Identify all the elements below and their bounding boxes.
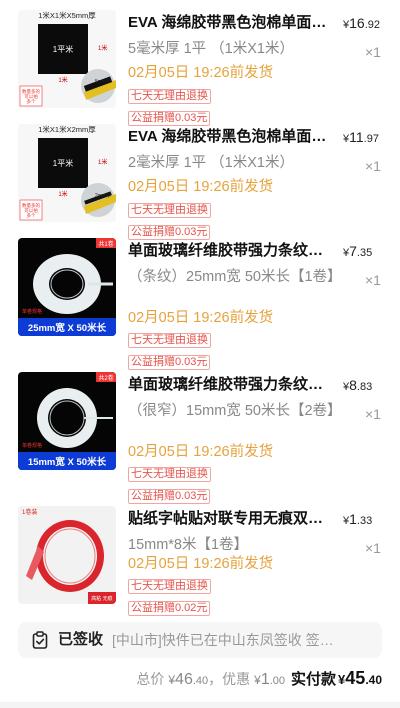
product-spec: 15mm*8米【1卷】 xyxy=(128,537,249,553)
return-policy-tag[interactable]: 七天无理由退换 xyxy=(128,203,211,218)
product-thumbnail[interactable]: 1米X1米X2mm厚 1平米 1米 1米 2mm厚 数量多的 可以拍 多个 xyxy=(18,124,116,222)
thumb-circle-text: 5mm厚 xyxy=(95,79,111,85)
product-thumbnail[interactable]: 共2卷 单卷规格 15mm宽 X 50米长 xyxy=(18,372,116,470)
product-thumbnail[interactable]: 1卷装 高粘 无痕 xyxy=(18,506,116,604)
paid-decimal: .40 xyxy=(365,673,382,687)
ship-deadline: 02月05日 19:26前发货 xyxy=(128,65,274,81)
product-quantity: ×1 xyxy=(365,406,381,422)
thumb-corner-text: 1卷装 xyxy=(22,508,37,516)
ship-deadline: 02月05日 19:26前发货 xyxy=(128,179,274,195)
product-quantity: ×1 xyxy=(365,540,381,556)
product-spec: （条纹）25mm宽 50米长【1卷】 xyxy=(128,269,342,285)
product-price: ¥16.92 xyxy=(343,13,393,35)
paid-currency: ¥ xyxy=(338,672,346,687)
thumb-bottom-text: 高粘 无痕 xyxy=(91,595,112,602)
thumb-bottom-text: 1米 xyxy=(58,190,67,198)
price-decimal: .83 xyxy=(356,381,373,393)
product-thumbnail[interactable]: 共1卷 单卷规格 25mm宽 X 50米长 xyxy=(18,238,116,336)
status-detail: [中山市]快件已在中山东凤签收 签… xyxy=(112,632,334,648)
return-policy-tag[interactable]: 七天无理由退换 xyxy=(128,467,211,482)
totals-separator: ， xyxy=(208,671,223,687)
product-price: ¥8.83 xyxy=(343,375,393,397)
price-decimal: .35 xyxy=(356,247,373,259)
product-title[interactable]: 单面玻璃纤维胶带强力条纹工… xyxy=(128,240,336,262)
price-decimal: .97 xyxy=(363,133,379,145)
product-quantity: ×1 xyxy=(365,44,381,60)
product-price: ¥11.97 xyxy=(343,127,393,149)
clipboard-check-icon xyxy=(32,631,48,649)
total-label: 总价 xyxy=(136,671,165,687)
ship-deadline: 02月05日 19:26前发货 xyxy=(128,444,274,460)
thumb-header-text: 1米X1米X5mm厚 xyxy=(38,10,96,20)
product-spec: （很窄）15mm宽 50米长【2卷】 xyxy=(128,403,342,419)
total-integer: 46 xyxy=(175,671,193,688)
bottom-divider xyxy=(0,702,400,708)
discount-currency: ¥ xyxy=(254,673,261,687)
thumb-circle-text: 2mm厚 xyxy=(95,193,111,199)
thumb-bottom-text: 25mm宽 X 50米长 xyxy=(28,322,107,334)
thumb-header-text: 1米X1米X2mm厚 xyxy=(38,124,96,134)
product-title[interactable]: EVA 海绵胶带黑色泡棉单面… xyxy=(128,12,336,34)
thumb-corner-text: 共1卷 xyxy=(98,240,113,248)
logistics-status[interactable]: 已签收 [中山市]快件已在中山东凤签收 签… xyxy=(18,622,382,658)
charity-tag[interactable]: 公益捐赠0.02元 xyxy=(128,601,211,616)
paid-label: 实付款 xyxy=(291,671,337,688)
charity-tag[interactable]: 公益捐赠0.03元 xyxy=(128,355,211,370)
return-policy-tag[interactable]: 七天无理由退换 xyxy=(128,579,211,594)
product-price: ¥7.35 xyxy=(343,241,393,263)
order-item[interactable]: 1米X1米X5mm厚 1平米 1米 1米 5mm厚 数量多的 可以拍 多个 EV… xyxy=(0,10,400,132)
thumb-corner-text: 共2卷 xyxy=(98,374,113,382)
order-item[interactable]: 共2卷 单卷规格 15mm宽 X 50米长 单面玻璃纤维胶带强力条纹工… ¥8.… xyxy=(0,372,400,504)
discount-decimal: .00 xyxy=(269,675,286,687)
ship-deadline: 02月05日 19:26前发货 xyxy=(128,310,274,326)
product-spec: 5毫米厚 1平 （1米X1米） xyxy=(128,41,294,57)
ship-deadline: 02月05日 19:26前发货 xyxy=(128,556,274,572)
product-title[interactable]: EVA 海绵胶带黑色泡棉单面… xyxy=(128,126,336,148)
price-decimal: .92 xyxy=(364,19,380,31)
order-totals: 总价 ¥ 46 .40 ， 优惠 ¥ 1 .00 实付款 ¥ 45 .40 xyxy=(136,668,382,694)
product-quantity: ×1 xyxy=(365,272,381,288)
order-card: 1米X1米X5mm厚 1平米 1米 1米 5mm厚 数量多的 可以拍 多个 EV… xyxy=(0,0,400,708)
thumb-small-text: 单卷规格 xyxy=(22,308,42,315)
price-integer: 8 xyxy=(349,377,357,393)
product-quantity: ×1 xyxy=(365,158,381,174)
order-item[interactable]: 共1卷 单卷规格 25mm宽 X 50米长 单面玻璃纤维胶带强力条纹工… ¥7.… xyxy=(0,238,400,370)
svg-text:多个: 多个 xyxy=(27,212,36,219)
status-label: 已签收 xyxy=(58,631,104,648)
return-policy-tag[interactable]: 七天无理由退换 xyxy=(128,333,211,348)
product-spec: 2毫米厚 1平 （1米X1米） xyxy=(128,155,294,171)
thumb-side-text: 1米 xyxy=(98,158,107,166)
return-policy-tag[interactable]: 七天无理由退换 xyxy=(128,89,211,104)
price-integer: 7 xyxy=(349,243,357,259)
product-price: ¥1.33 xyxy=(343,509,393,531)
paid-integer: 45 xyxy=(345,668,366,688)
product-title[interactable]: 单面玻璃纤维胶带强力条纹工… xyxy=(128,374,336,396)
price-decimal: .33 xyxy=(356,515,373,527)
discount-integer: 1 xyxy=(260,671,270,688)
charity-tag[interactable]: 公益捐赠0.03元 xyxy=(128,489,211,504)
thumb-small-text: 单卷规格 xyxy=(22,442,42,449)
product-title[interactable]: 贴纸字帖贴对联专用无痕双面胶 xyxy=(128,508,336,530)
price-integer: 11 xyxy=(349,129,364,145)
order-item[interactable]: 1米X1米X2mm厚 1平米 1米 1米 2mm厚 数量多的 可以拍 多个 EV… xyxy=(0,124,400,246)
svg-text:多个: 多个 xyxy=(27,98,36,105)
order-item[interactable]: 1卷装 高粘 无痕 贴纸字帖贴对联专用无痕双面胶 ¥1.33 15mm*8米【1… xyxy=(0,506,400,628)
discount-label: 优惠 xyxy=(222,671,251,687)
thumb-bottom-text: 1米 xyxy=(58,76,67,84)
product-thumbnail[interactable]: 1米X1米X5mm厚 1平米 1米 1米 5mm厚 数量多的 可以拍 多个 xyxy=(18,10,116,108)
thumb-center-text: 1平米 xyxy=(53,44,73,54)
price-integer: 1 xyxy=(349,511,357,527)
price-integer: 16 xyxy=(349,15,365,31)
thumb-bottom-text: 15mm宽 X 50米长 xyxy=(28,456,107,468)
total-decimal: .40 xyxy=(192,675,209,687)
total-currency: ¥ xyxy=(168,673,176,687)
thumb-center-text: 1平米 xyxy=(53,158,73,168)
thumb-side-text: 1米 xyxy=(98,44,107,52)
